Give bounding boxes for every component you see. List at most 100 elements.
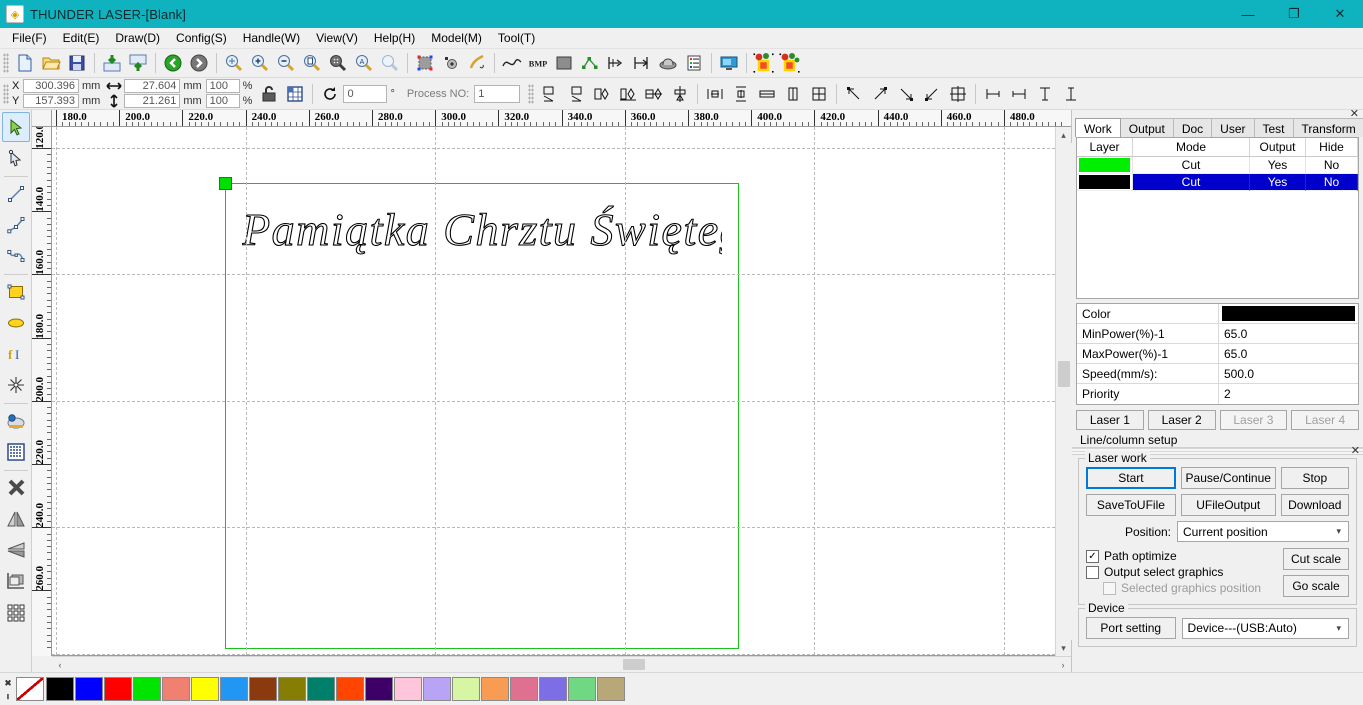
grid-array-tool[interactable]	[2, 597, 30, 627]
palette-color-swatch[interactable]	[46, 677, 74, 701]
distribute-h-icon[interactable]	[702, 81, 728, 106]
mirror-vertical-tool[interactable]	[2, 535, 30, 565]
palette-color-swatch[interactable]	[249, 677, 277, 701]
layer-color-swatch[interactable]	[1077, 174, 1133, 191]
layer-table[interactable]: Layer Mode Output Hide Cut Yes No Cut Ye…	[1076, 137, 1359, 299]
tab-user[interactable]: User	[1211, 118, 1255, 137]
align-top-edge-icon[interactable]	[1032, 81, 1058, 106]
no-color-swatch[interactable]	[16, 677, 44, 701]
process-no-input[interactable]: 1	[474, 84, 521, 103]
line-tool[interactable]	[2, 179, 30, 209]
align-center-v-icon[interactable]	[667, 81, 693, 106]
color-swatch-value[interactable]	[1222, 306, 1355, 321]
node-edit-icon[interactable]	[438, 51, 464, 76]
download-button[interactable]: Download	[1280, 494, 1349, 516]
menu-help[interactable]: Help(H)	[366, 28, 423, 48]
stop-button[interactable]: Stop	[1280, 467, 1349, 489]
cut-scale-button[interactable]: Cut scale	[1283, 548, 1349, 570]
curve-smooth-icon[interactable]	[464, 51, 490, 76]
tab-output[interactable]: Output	[1119, 118, 1174, 137]
menu-handle[interactable]: Handle(W)	[235, 28, 308, 48]
scroll-right-button[interactable]: ›	[1055, 657, 1071, 672]
palette-color-swatch[interactable]	[452, 677, 480, 701]
go-scale-button[interactable]: Go scale	[1283, 575, 1349, 597]
palette-color-swatch[interactable]	[162, 677, 190, 701]
restore-button[interactable]: ❐	[1271, 0, 1317, 28]
same-height-icon[interactable]	[780, 81, 806, 106]
height-input[interactable]: 21.261	[124, 94, 181, 108]
x-input[interactable]: 300.396	[23, 79, 79, 93]
close-button[interactable]: ✕	[1317, 0, 1363, 28]
anchor-grid-icon[interactable]	[282, 81, 308, 106]
property-value[interactable]: 2	[1219, 384, 1358, 404]
mirror-horizontal-tool[interactable]	[2, 504, 30, 534]
palette-color-swatch[interactable]	[336, 677, 364, 701]
align-bottomleft-icon[interactable]	[919, 81, 945, 106]
vertical-ruler[interactable]: 120.0 140.0 160.0 180.0 200.0 220.0 240.0 260.0	[32, 127, 52, 656]
mirror-vertical-icon[interactable]	[563, 81, 589, 106]
laser2-button[interactable]: Laser 2	[1147, 410, 1216, 430]
palette-color-swatch[interactable]	[220, 677, 248, 701]
design-canvas[interactable]: Pamiątka Chrztu Świętego	[52, 127, 1055, 656]
horizontal-ruler[interactable]: 180.0 200.0 220.0 240.0 260.0 280.0 300.0 320.0…	[52, 110, 1071, 127]
checkbox-box[interactable]	[1086, 565, 1099, 579]
zoom-selection-icon[interactable]	[325, 51, 351, 76]
align-left-edge-icon[interactable]	[980, 81, 1006, 106]
menu-tool[interactable]: Tool(T)	[490, 28, 543, 48]
layer-color-swatch[interactable]	[1077, 157, 1133, 174]
import-image-icon[interactable]	[99, 51, 125, 76]
layer-output[interactable]: Yes	[1250, 157, 1306, 174]
y-input[interactable]: 157.393	[23, 94, 79, 108]
output-select-graphics-checkbox[interactable]: Output select graphics	[1086, 564, 1277, 580]
bmp-icon[interactable]: BMP	[525, 51, 551, 76]
rotation-input[interactable]: 0	[343, 84, 388, 103]
cut-ungroup-icon[interactable]	[777, 51, 803, 76]
laser1-button[interactable]: Laser 1	[1076, 410, 1144, 430]
layer-table-empty-space[interactable]	[1077, 191, 1358, 298]
property-value[interactable]: 65.0	[1219, 344, 1358, 363]
list-settings-icon[interactable]	[681, 51, 707, 76]
node-edit-tool[interactable]	[2, 143, 30, 173]
vertical-scroll-thumb[interactable]	[1057, 361, 1070, 387]
align-center-h-icon[interactable]	[641, 81, 667, 106]
palette-color-swatch[interactable]	[104, 677, 132, 701]
zoom-all-icon[interactable]: A	[351, 51, 377, 76]
origin-corner-tool[interactable]	[2, 566, 30, 596]
palette-color-swatch[interactable]	[191, 677, 219, 701]
palette-color-swatch[interactable]	[423, 677, 451, 701]
select-tool[interactable]	[1, 112, 30, 142]
open-file-icon[interactable]	[38, 51, 64, 76]
work-area-handle[interactable]	[219, 177, 232, 190]
palette-close-icon[interactable]: ✖	[4, 678, 12, 689]
scroll-up-button[interactable]: ▴	[1056, 127, 1072, 143]
palette-color-swatch[interactable]	[278, 677, 306, 701]
palette-color-swatch[interactable]	[394, 677, 422, 701]
fill-icon[interactable]	[551, 51, 577, 76]
width-input[interactable]: 27.604	[124, 79, 181, 93]
bezier-curve-tool[interactable]	[2, 241, 30, 271]
menu-file[interactable]: File(F)	[4, 28, 55, 48]
palette-drag-icon[interactable]: ╻	[5, 689, 10, 700]
layer-mode[interactable]: Cut	[1133, 157, 1250, 174]
export-image-icon[interactable]	[125, 51, 151, 76]
port-setting-button[interactable]: Port setting	[1086, 617, 1176, 639]
same-size-icon[interactable]	[806, 81, 832, 106]
panel-close-icon[interactable]: ✕	[1350, 109, 1359, 120]
layer-output[interactable]: Yes	[1250, 174, 1306, 191]
align-topleft-icon[interactable]	[841, 81, 867, 106]
align-center-icon[interactable]	[945, 81, 971, 106]
palette-color-swatch[interactable]	[365, 677, 393, 701]
layer-mode[interactable]: Cut	[1133, 174, 1250, 191]
scroll-left-button[interactable]: ‹	[52, 657, 68, 672]
palette-color-swatch[interactable]	[75, 677, 103, 701]
array-icon[interactable]	[655, 51, 681, 76]
save-to-ufile-button[interactable]: SaveToUFile	[1086, 494, 1176, 516]
menu-edit[interactable]: Edit(E)	[55, 28, 108, 48]
minimize-button[interactable]: —	[1225, 0, 1271, 28]
tab-work[interactable]: Work	[1075, 118, 1121, 137]
palette-color-swatch[interactable]	[133, 677, 161, 701]
scale-y-input[interactable]: 100	[205, 94, 240, 108]
ellipse-tool[interactable]	[2, 308, 30, 338]
menu-config[interactable]: Config(S)	[168, 28, 235, 48]
pause-continue-button[interactable]: Pause/Continue	[1180, 467, 1276, 489]
